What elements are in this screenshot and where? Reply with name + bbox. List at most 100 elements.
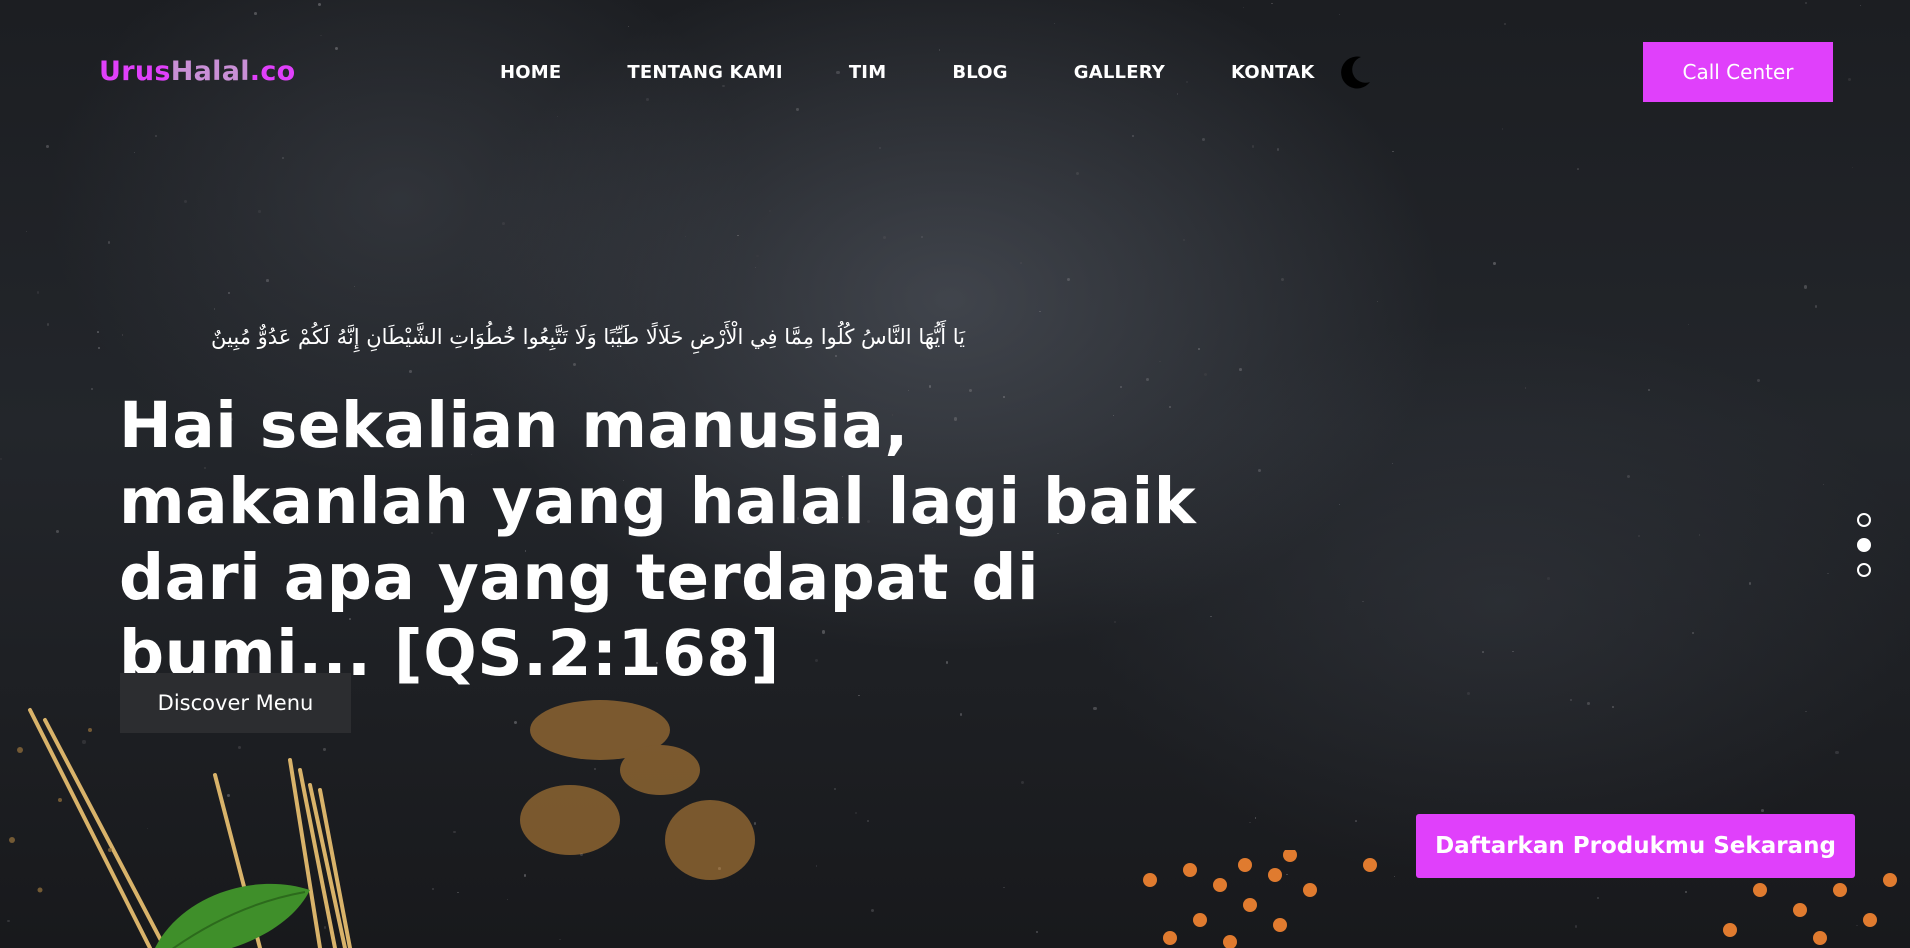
texture-speckle xyxy=(1466,692,1470,695)
texture-speckle xyxy=(254,11,257,15)
texture-speckle xyxy=(1586,702,1590,706)
texture-speckle xyxy=(1524,387,1527,389)
texture-speckle xyxy=(133,151,136,154)
texture-speckle xyxy=(1197,348,1200,351)
spice-decoration xyxy=(520,700,755,880)
texture-speckle xyxy=(1243,7,1245,9)
nav-tentang-kami[interactable]: TENTANG KAMI xyxy=(627,62,782,83)
texture-speckle xyxy=(258,210,261,213)
texture-speckle xyxy=(1648,389,1651,392)
texture-speckle xyxy=(769,209,772,212)
nav-tim[interactable]: TIM xyxy=(849,62,887,83)
slider-pagination xyxy=(1857,513,1871,577)
texture-speckle xyxy=(1254,817,1257,819)
discover-menu-button[interactable]: Discover Menu xyxy=(120,673,351,733)
texture-speckle xyxy=(1338,13,1340,16)
texture-speckle xyxy=(0,457,3,461)
texture-speckle xyxy=(722,85,725,88)
texture-speckle xyxy=(1835,750,1839,755)
texture-speckle xyxy=(317,2,321,6)
texture-speckle xyxy=(1547,577,1550,580)
nav-home[interactable]: HOME xyxy=(500,62,561,83)
texture-speckle xyxy=(879,147,882,150)
texture-speckle xyxy=(1159,361,1161,363)
texture-speckle xyxy=(1239,367,1243,371)
texture-speckle xyxy=(816,865,818,867)
texture-speckle xyxy=(320,35,322,37)
texture-speckle xyxy=(684,235,687,238)
moon-icon[interactable] xyxy=(1337,54,1373,90)
texture-speckle xyxy=(938,48,941,51)
texture-speckle xyxy=(1748,582,1752,586)
nav-kontak[interactable]: KONTAK xyxy=(1231,62,1314,83)
texture-speckle xyxy=(1076,172,1080,176)
texture-speckle xyxy=(755,266,757,268)
texture-speckle xyxy=(1823,483,1825,485)
slider-dot-3[interactable] xyxy=(1857,563,1871,577)
texture-speckle xyxy=(1338,503,1340,506)
texture-speckle xyxy=(1377,300,1379,302)
texture-speckle xyxy=(1502,128,1504,130)
texture-speckle xyxy=(1003,886,1005,888)
texture-speckle xyxy=(1482,651,1484,653)
texture-speckle xyxy=(883,236,887,240)
texture-speckle xyxy=(183,199,187,203)
texture-speckle xyxy=(796,108,799,111)
texture-speckle xyxy=(1860,4,1862,7)
texture-speckle xyxy=(155,135,157,137)
texture-speckle xyxy=(866,819,870,823)
nav-blog[interactable]: BLOG xyxy=(952,62,1007,83)
texture-speckle xyxy=(456,891,459,894)
texture-speckle xyxy=(1493,262,1496,265)
texture-speckle xyxy=(572,363,577,367)
texture-speckle xyxy=(25,230,27,232)
nav-gallery[interactable]: GALLERY xyxy=(1074,62,1165,83)
texture-speckle xyxy=(1039,310,1041,312)
register-product-button[interactable]: Daftarkan Produkmu Sekarang xyxy=(1416,814,1855,878)
texture-speckle xyxy=(1611,705,1615,709)
texture-speckle xyxy=(1019,262,1022,265)
texture-speckle xyxy=(921,235,924,238)
texture-speckle xyxy=(1814,305,1817,308)
texture-speckle xyxy=(1392,150,1394,152)
texture-speckle xyxy=(55,529,59,533)
hero-section: UrusHalal.co HOME TENTANG KAMI TIM BLOG … xyxy=(0,0,1910,948)
texture-speckle xyxy=(214,308,216,310)
texture-speckle xyxy=(1627,474,1631,478)
texture-speckle xyxy=(36,291,40,294)
texture-speckle xyxy=(1827,572,1829,575)
texture-speckle xyxy=(1805,710,1807,712)
texture-speckle xyxy=(501,222,505,226)
arabic-verse: يَا أَيُّهَا النَّاسُ كُلُوا مِمَّا فِي … xyxy=(211,325,965,349)
texture-speckle xyxy=(98,346,101,350)
texture-speckle xyxy=(1131,134,1135,138)
texture-speckle xyxy=(737,234,740,237)
texture-speckle xyxy=(959,713,963,716)
texture-speckle xyxy=(96,330,99,333)
texture-speckle xyxy=(1569,698,1572,701)
texture-speckle xyxy=(227,291,230,295)
texture-speckle xyxy=(1203,372,1207,376)
texture-speckle xyxy=(90,387,94,391)
texture-speckle xyxy=(628,25,630,27)
texture-speckle xyxy=(431,888,434,891)
texture-speckle xyxy=(334,47,339,51)
texture-speckle xyxy=(1066,277,1070,281)
slider-dot-1[interactable] xyxy=(1857,513,1871,527)
texture-speckle xyxy=(1803,285,1807,289)
texture-speckle xyxy=(1851,167,1854,169)
call-center-button[interactable]: Call Center xyxy=(1643,42,1833,102)
texture-speckle xyxy=(857,694,860,697)
texture-speckle xyxy=(870,909,875,913)
texture-speckle xyxy=(1053,22,1056,25)
texture-speckle xyxy=(1035,930,1039,934)
brand-logo[interactable]: UrusHalal.co xyxy=(99,56,296,87)
texture-speckle xyxy=(559,938,561,940)
texture-speckle xyxy=(556,116,558,118)
texture-speckle xyxy=(1249,821,1251,824)
texture-speckle xyxy=(833,788,836,791)
brand-logo-part3: .co xyxy=(249,56,296,87)
slider-dot-2[interactable] xyxy=(1857,538,1871,552)
texture-speckle xyxy=(47,323,50,326)
texture-speckle xyxy=(1093,706,1097,710)
